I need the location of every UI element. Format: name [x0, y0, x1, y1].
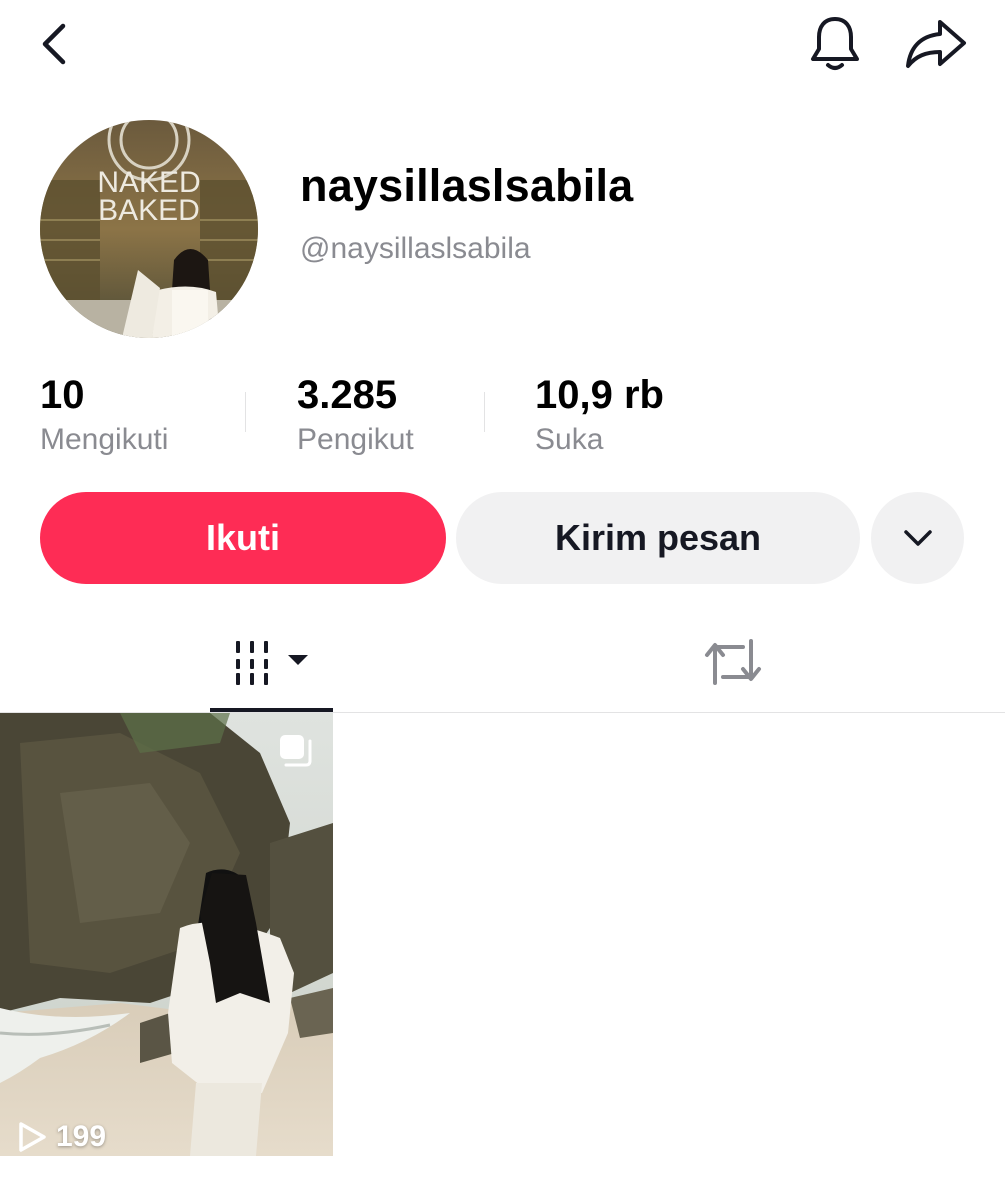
avatar-sign-line-2: BAKED [98, 194, 200, 227]
bell-icon [811, 17, 859, 70]
notification-button[interactable] [800, 12, 870, 76]
profile-handle: @naysillaslsabila [300, 232, 531, 265]
send-message-button[interactable]: Kirim pesan [456, 492, 860, 584]
profile-username: naysillaslsabila [300, 160, 634, 211]
profile-avatar[interactable]: NAKED BAKED [40, 120, 258, 338]
stat-divider [245, 392, 246, 432]
share-arrow-icon [906, 20, 966, 68]
stat-label: Mengikuti [40, 423, 169, 456]
back-button[interactable] [30, 16, 80, 72]
view-count: 199 [16, 1120, 106, 1154]
video-thumbnail[interactable]: 199 [0, 713, 333, 1156]
video-thumbnail-image [0, 713, 333, 1156]
video-grid-icon [235, 641, 308, 685]
stat-divider [484, 392, 485, 432]
content-tabs [0, 612, 1005, 713]
repost-icon [705, 639, 761, 685]
tab-reposts[interactable] [680, 612, 786, 712]
active-tab-indicator [210, 708, 333, 712]
tab-videos[interactable] [210, 612, 333, 712]
stat-label: Suka [535, 423, 604, 456]
play-icon [19, 1122, 46, 1152]
follow-button[interactable]: Ikuti [40, 492, 446, 584]
stat-following[interactable]: 10 Mengikuti [40, 372, 168, 460]
top-bar [0, 0, 1005, 90]
stat-value: 10,9 rb [535, 373, 664, 417]
view-count-value: 199 [56, 1120, 107, 1153]
more-options-button[interactable] [871, 492, 964, 584]
multi-content-icon [280, 735, 312, 767]
stat-value: 3.285 [297, 373, 398, 417]
stat-label: Pengikut [297, 423, 414, 456]
chevron-down-icon [903, 530, 932, 546]
stat-value: 10 [40, 373, 85, 417]
stat-likes[interactable]: 10,9 rb Suka [535, 372, 664, 460]
share-button[interactable] [900, 12, 972, 76]
chevron-left-icon [42, 23, 66, 65]
stat-followers[interactable]: 3.285 Pengikut [297, 372, 414, 460]
